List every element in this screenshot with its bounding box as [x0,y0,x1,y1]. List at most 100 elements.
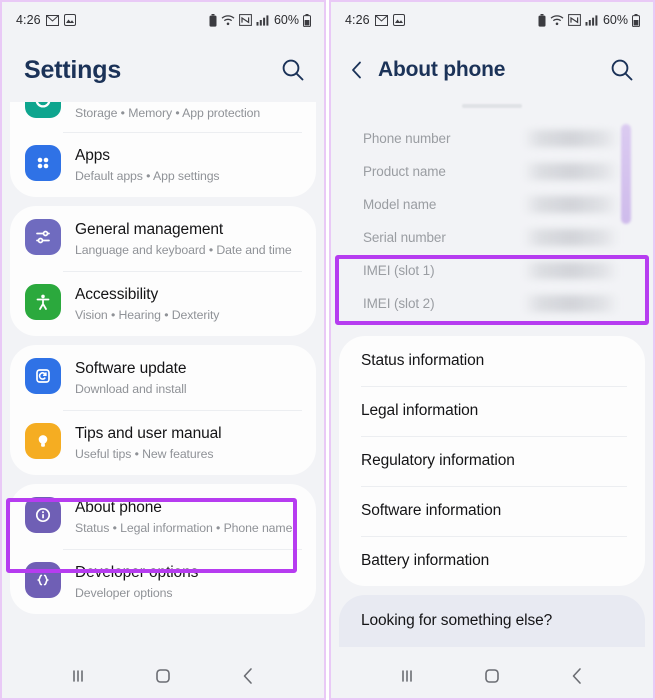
wifi-icon [550,15,564,26]
settings-row-text: Software update Download and install [75,358,300,397]
settings-row-subtitle: Storage • Memory • App protection [75,106,261,120]
redacted-value [523,229,619,246]
redacted-value [523,262,619,279]
settings-group-3: Software update Download and install Tip… [10,345,316,475]
screenshot-stage: 4:26 60% Settings Storage • Memory • App… [0,0,655,700]
battery-icon [632,13,640,27]
apps-grid-icon [25,145,61,181]
software-update-icon [25,358,61,394]
search-icon[interactable] [280,57,306,83]
home-icon[interactable] [480,664,504,688]
settings-row-title: General management [75,221,224,238]
settings-title-bar: Settings [2,38,324,102]
settings-row-subtitle: Developer options [75,586,173,600]
settings-row-title: Tips and user manual [75,425,222,442]
info-label: IMEI (slot 1) [363,263,435,278]
battery-percent: 60% [273,13,299,27]
status-bar-right-cluster: 60% [538,13,640,27]
list-row-battery-information[interactable]: Battery information [339,536,645,586]
settings-row-subtitle: Status • Legal information • Phone name [75,521,293,535]
settings-row-device-care[interactable]: Storage • Memory • App protection [10,102,316,132]
settings-row-subtitle: Vision • Hearing • Dexterity [75,308,220,322]
settings-row-subtitle: Default apps • App settings [75,169,220,183]
settings-row-text: General management Language and keyboard… [75,219,300,258]
nfc-icon [568,14,581,26]
info-row-phone-number[interactable]: Phone number [339,122,645,155]
info-label: Phone number [363,131,451,146]
settings-row-developer-options[interactable]: Developer options Developer options [10,549,316,614]
settings-row-text: Accessibility Vision • Hearing • Dexteri… [75,284,300,323]
battery-saver-icon [209,13,217,27]
settings-row-subtitle: Download and install [75,382,187,396]
page-title: Settings [24,55,122,84]
drag-handle [462,104,522,108]
home-icon[interactable] [151,664,175,688]
back-chevron-icon[interactable] [345,58,369,82]
device-care-icon [25,102,61,118]
status-bar-left-cluster: 4:26 [345,13,405,27]
info-label: IMEI (slot 2) [363,296,435,311]
status-time: 4:26 [16,13,41,27]
photos-icon [392,14,405,26]
status-bar-left: 4:26 60% [2,2,324,38]
settings-row-subtitle: Language and keyboard • Date and time [75,243,292,257]
battery-percent: 60% [602,13,628,27]
list-row-legal-information[interactable]: Legal information [339,386,645,436]
back-icon[interactable] [565,664,589,688]
settings-row-apps[interactable]: Apps Default apps • App settings [10,132,316,197]
search-icon[interactable] [609,57,635,83]
settings-row-text: Tips and user manual Useful tips • New f… [75,423,300,462]
settings-row-title: Developer options [75,564,199,581]
settings-group-4: About phone Status • Legal information •… [10,484,316,614]
settings-row-accessibility[interactable]: Accessibility Vision • Hearing • Dexteri… [10,271,316,336]
looking-for-something-else[interactable]: Looking for something else? [339,595,645,647]
status-bar-right-cluster: 60% [209,13,311,27]
info-label: Product name [363,164,446,179]
info-row-model-name[interactable]: Model name [339,188,645,221]
info-row-serial-number[interactable]: Serial number [339,221,645,254]
curly-braces-icon [25,562,61,598]
settings-group-1: Storage • Memory • App protection Apps D… [10,102,316,197]
info-circle-icon [25,497,61,533]
info-row-imei-slot-1[interactable]: IMEI (slot 1) [339,254,645,287]
recents-icon[interactable] [395,664,419,688]
nfc-icon [239,14,252,26]
accessibility-icon [25,284,61,320]
settings-row-title: Apps [75,147,110,164]
settings-row-general-management[interactable]: General management Language and keyboard… [10,206,316,271]
redacted-value [523,163,619,180]
settings-row-text: About phone Status • Legal information •… [75,497,300,536]
recents-icon[interactable] [66,664,90,688]
redacted-value [523,295,619,312]
gmail-icon [45,14,59,26]
back-icon[interactable] [236,664,260,688]
info-label: Model name [363,197,437,212]
navigation-bar-right [331,653,653,698]
settings-row-title: Software update [75,360,187,377]
settings-row-text: Storage • Memory • App protection [75,102,300,121]
settings-row-title: About phone [75,499,162,516]
about-phone-link-list: Status information Legal information Reg… [339,336,645,586]
settings-row-tips[interactable]: Tips and user manual Useful tips • New f… [10,410,316,475]
battery-saver-icon [538,13,546,27]
gmail-icon [374,14,388,26]
status-bar-left-cluster: 4:26 [16,13,76,27]
about-phone-scroll-body[interactable]: Phone number Product name Model name Ser… [331,102,653,657]
settings-row-about-phone[interactable]: About phone Status • Legal information •… [10,484,316,549]
info-row-imei-slot-2[interactable]: IMEI (slot 2) [339,287,645,320]
info-row-product-name[interactable]: Product name [339,155,645,188]
settings-group-2: General management Language and keyboard… [10,206,316,336]
list-row-software-information[interactable]: Software information [339,486,645,536]
redacted-value [523,196,619,213]
page-title: About phone [378,58,506,81]
sliders-icon [25,219,61,255]
settings-row-software-update[interactable]: Software update Download and install [10,345,316,410]
device-info-list: Phone number Product name Model name Ser… [339,118,645,326]
left-phone-screen: 4:26 60% Settings Storage • Memory • App… [0,0,326,700]
redacted-value [523,130,619,147]
list-row-regulatory-information[interactable]: Regulatory information [339,436,645,486]
about-phone-title-bar: About phone [331,38,653,102]
right-phone-screen: 4:26 60% About phone Phone number Produc… [329,0,655,700]
settings-scroll-body[interactable]: Storage • Memory • App protection Apps D… [2,102,324,657]
list-row-status-information[interactable]: Status information [339,336,645,386]
